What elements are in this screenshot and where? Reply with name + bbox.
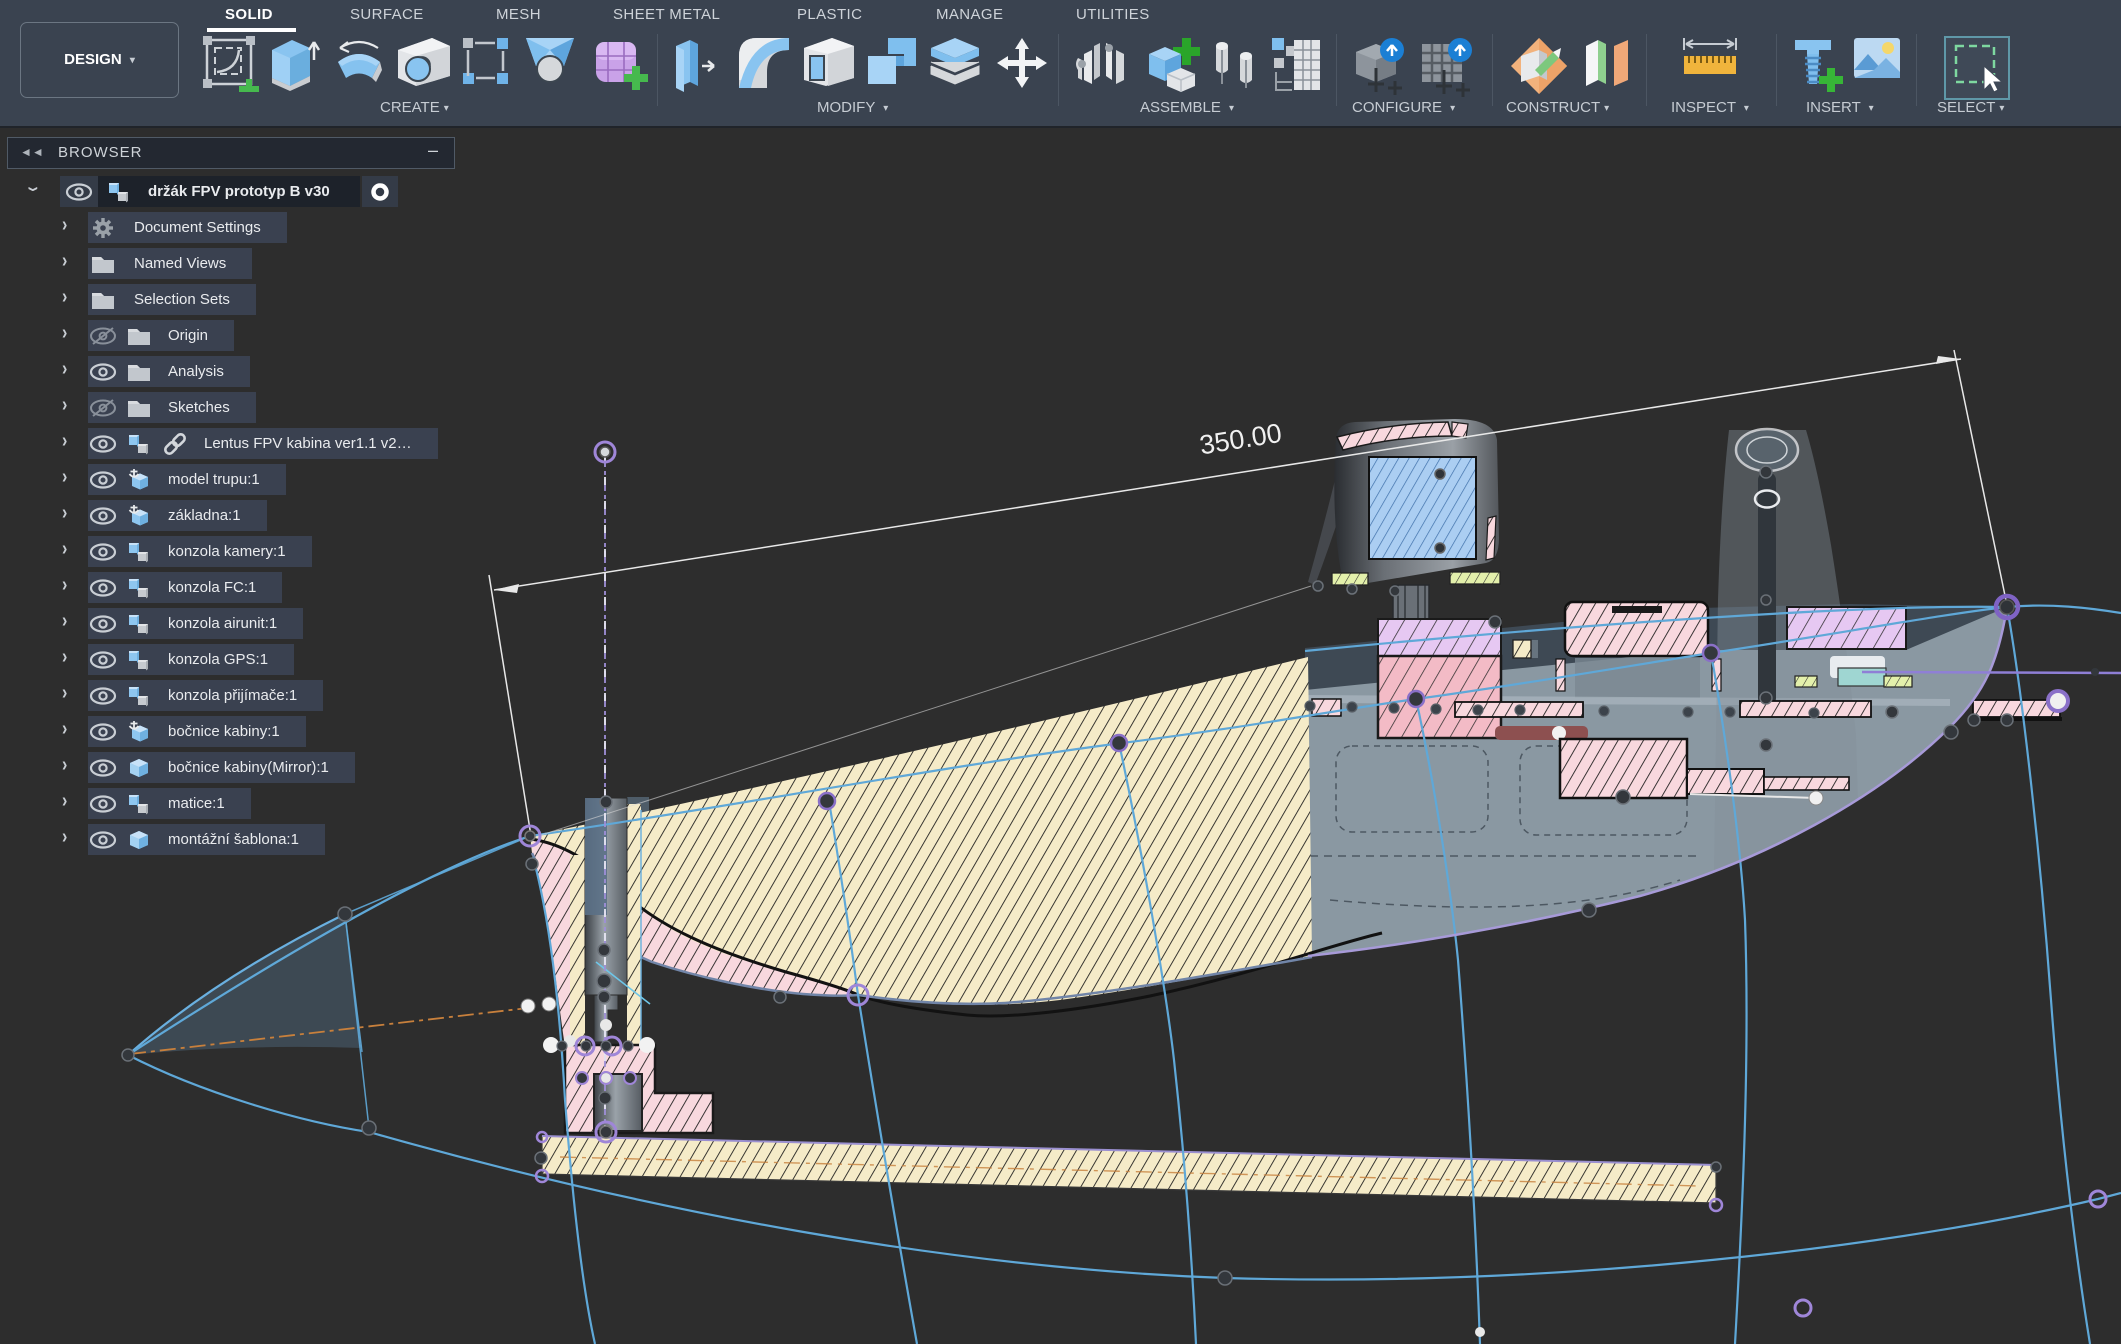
svg-text:350.00: 350.00 [1197, 418, 1283, 461]
